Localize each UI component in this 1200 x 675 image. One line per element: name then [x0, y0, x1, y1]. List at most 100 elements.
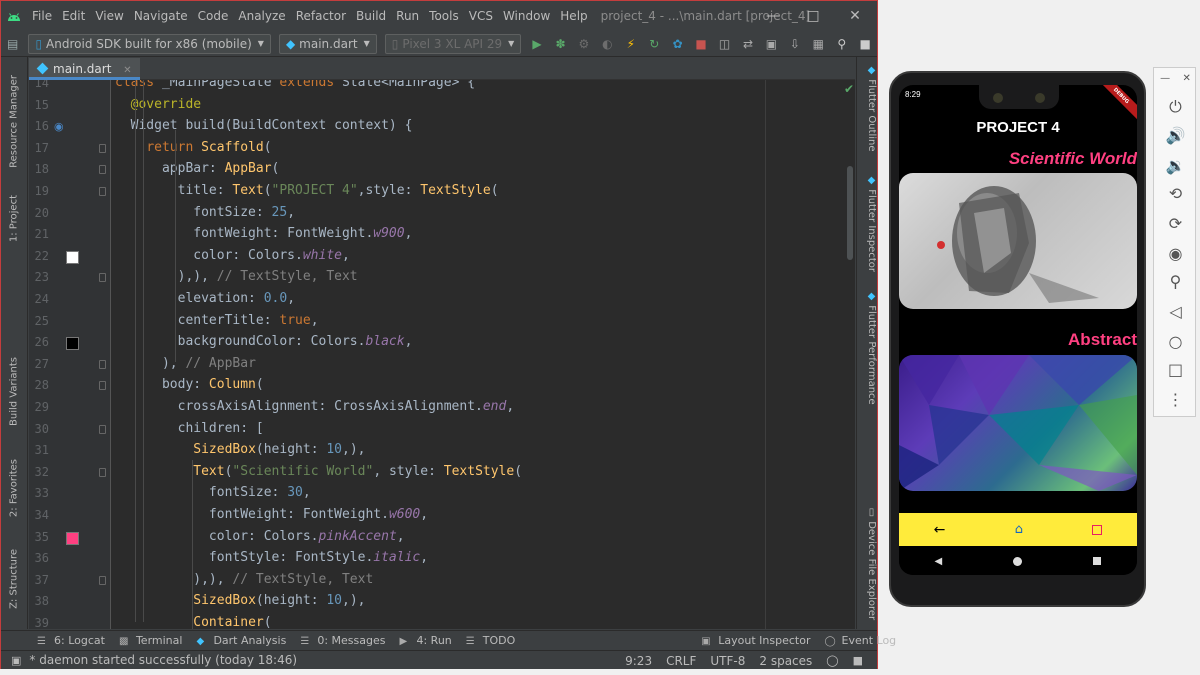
tool-run[interactable]: ▶ 4: Run — [399, 634, 451, 647]
code-line[interactable]: elevation: 0.0, — [115, 291, 295, 312]
menu-tools[interactable]: Tools — [424, 1, 464, 31]
more-icon[interactable]: ⋮ — [1154, 386, 1197, 412]
run-config-selector[interactable]: ◆ main.dart ▼ — [278, 33, 377, 54]
tool-terminal[interactable]: ▩ Terminal — [119, 634, 183, 647]
close-icon[interactable]: ✕ — [123, 65, 131, 76]
code-line[interactable]: fontWeight: FontWeight.w600, — [115, 507, 428, 528]
caret-position[interactable]: 9:23 — [625, 654, 652, 668]
close-icon[interactable]: ✕ — [835, 1, 875, 31]
code-line[interactable]: body: Column( — [115, 377, 264, 398]
tool-structure[interactable]: Z: Structure — [5, 549, 23, 609]
code-line[interactable]: centerTitle: true, — [115, 313, 319, 334]
attach-debugger-icon[interactable]: ⚙ — [573, 33, 594, 55]
overview-icon[interactable]: □ — [1154, 356, 1197, 382]
menu-build[interactable]: Build — [351, 1, 391, 31]
emulator-screen[interactable]: 8:29 DEBUG PROJECT 4 Scientific World Ab… — [899, 85, 1137, 575]
tool-event-log[interactable]: ◯ Event Log — [825, 634, 897, 647]
sdk-manager-icon[interactable]: ⇩ — [784, 33, 805, 55]
tool-project[interactable]: 1: Project — [5, 195, 23, 242]
home-icon[interactable]: ⌂ — [1015, 522, 1023, 537]
code-area[interactable]: class _MainPageState extends State<MainP… — [115, 80, 855, 629]
code-line[interactable]: backgroundColor: Colors.black, — [115, 334, 413, 355]
code-line[interactable]: children: [ — [115, 421, 264, 442]
home-icon[interactable]: ○ — [1154, 328, 1197, 354]
maximize-icon[interactable]: □ — [793, 1, 833, 31]
run-icon[interactable]: ▶ — [526, 33, 547, 55]
color-swatch-icon[interactable] — [66, 250, 79, 264]
tool-flutter-performance[interactable]: ◆ Flutter Performance — [859, 291, 877, 405]
code-line[interactable]: color: Colors.white, — [115, 248, 350, 269]
back-triangle-icon[interactable]: ◀ — [935, 556, 943, 567]
volume-down-icon[interactable]: 🔉 — [1154, 152, 1197, 178]
rotate-right-icon[interactable]: ⟳ — [1154, 210, 1197, 236]
tool-resource-manager[interactable]: Resource Manager — [5, 75, 23, 168]
indent-setting[interactable]: 2 spaces — [759, 654, 812, 668]
hot-reload-icon[interactable]: ⚡ — [620, 33, 641, 55]
search-icon[interactable]: ⚲ — [831, 33, 852, 55]
tool-favorites[interactable]: 2: Favorites — [5, 459, 23, 517]
file-encoding[interactable]: UTF-8 — [710, 654, 745, 668]
color-swatch-icon[interactable] — [66, 337, 79, 351]
fold-marker-icon[interactable] — [99, 467, 106, 477]
code-editor[interactable]: 14 15 16 17 18 19 20 21 22 23 24 25 26 27 28 29 30 31 32 33… — [29, 80, 855, 629]
code-line[interactable]: crossAxisAlignment: CrossAxisAlignment.e… — [115, 399, 515, 420]
device-selector[interactable]: ▯ Android SDK built for x86 (mobile) ▼ — [28, 33, 271, 54]
tool-layout-inspector[interactable]: ▣ Layout Inspector — [701, 634, 810, 647]
menu-vcs[interactable]: VCS — [464, 1, 498, 31]
code-line[interactable]: fontWeight: FontWeight.w900, — [115, 226, 412, 247]
close-icon[interactable]: ✕ — [1182, 73, 1190, 84]
recents-square-icon[interactable] — [1093, 557, 1102, 565]
tab-main-dart[interactable]: main.dart ✕ — [29, 58, 140, 80]
back-icon[interactable]: ◁ — [1154, 298, 1197, 324]
status-message[interactable]: * daemon started successfully (today 18:… — [29, 653, 297, 667]
zoom-icon[interactable]: ⚲ — [1154, 268, 1197, 294]
screenshot-icon[interactable]: ◉ — [1154, 240, 1197, 266]
fold-marker-icon[interactable] — [99, 143, 106, 153]
menu-view[interactable]: View — [90, 1, 128, 31]
user-icon[interactable]: ■ — [854, 33, 875, 55]
tool-dart-analysis[interactable]: ◆ Dart Analysis — [196, 634, 286, 647]
profile-icon[interactable]: ◐ — [597, 33, 618, 55]
code-line[interactable]: title: Text("PROJECT 4",style: TextStyle… — [115, 183, 499, 204]
menu-window[interactable]: Window — [498, 1, 555, 31]
menu-run[interactable]: Run — [391, 1, 424, 31]
code-line[interactable]: class _MainPageState extends State<MainP… — [115, 80, 475, 96]
code-line[interactable]: ),), // TextStyle, Text — [115, 269, 358, 290]
override-gutter-icon[interactable]: ◉ — [54, 120, 64, 133]
code-line[interactable]: Text("Scientific World", style: TextStyl… — [115, 464, 522, 485]
tool-todo[interactable]: ☰ TODO — [466, 634, 516, 647]
tool-device-file-explorer[interactable]: ▯ Device File Explorer — [859, 507, 877, 620]
code-line[interactable]: ),), // TextStyle, Text — [115, 572, 373, 593]
fold-marker-icon[interactable] — [99, 273, 106, 283]
home-circle-icon[interactable] — [1013, 556, 1023, 566]
fold-marker-icon[interactable] — [99, 359, 106, 369]
folder-icon[interactable]: ◫ — [714, 33, 735, 55]
menu-analyze[interactable]: Analyze — [233, 1, 290, 31]
memory-icon[interactable]: ■ — [853, 654, 863, 667]
fold-marker-icon[interactable] — [99, 381, 106, 391]
line-separator[interactable]: CRLF — [666, 654, 696, 668]
menu-navigate[interactable]: Navigate — [129, 1, 193, 31]
editor-scrollbar[interactable] — [847, 166, 853, 260]
fold-marker-icon[interactable] — [99, 575, 106, 585]
hierarchy-icon[interactable]: ▤ — [2, 33, 23, 55]
tool-messages[interactable]: ☰ 0: Messages — [300, 634, 385, 647]
code-line[interactable]: SizedBox(height: 10,), — [115, 593, 365, 614]
fold-marker-icon[interactable] — [99, 424, 106, 434]
code-line[interactable]: Widget build(BuildContext context) { — [115, 118, 413, 139]
code-line[interactable]: @override — [115, 97, 201, 118]
volume-up-icon[interactable]: 🔊 — [1154, 122, 1197, 148]
square-icon[interactable] — [1092, 524, 1103, 535]
debug-icon[interactable]: ✽ — [550, 33, 571, 55]
lock-icon[interactable]: ◯ — [826, 654, 838, 667]
avd-manager-icon[interactable]: ▣ — [761, 33, 782, 55]
tool-flutter-outline[interactable]: ◆ Flutter Outline — [859, 65, 877, 152]
tool-logcat[interactable]: ☰ 6: Logcat — [37, 634, 105, 647]
menu-code[interactable]: Code — [193, 1, 234, 31]
tool-build-variants[interactable]: Build Variants — [5, 357, 23, 426]
code-line[interactable]: ), // AppBar — [115, 356, 256, 377]
color-swatch-icon[interactable] — [66, 531, 79, 545]
code-line[interactable]: Container( — [115, 615, 271, 629]
minimize-icon[interactable]: — — [753, 1, 793, 31]
code-line[interactable]: SizedBox(height: 10,), — [115, 442, 365, 463]
